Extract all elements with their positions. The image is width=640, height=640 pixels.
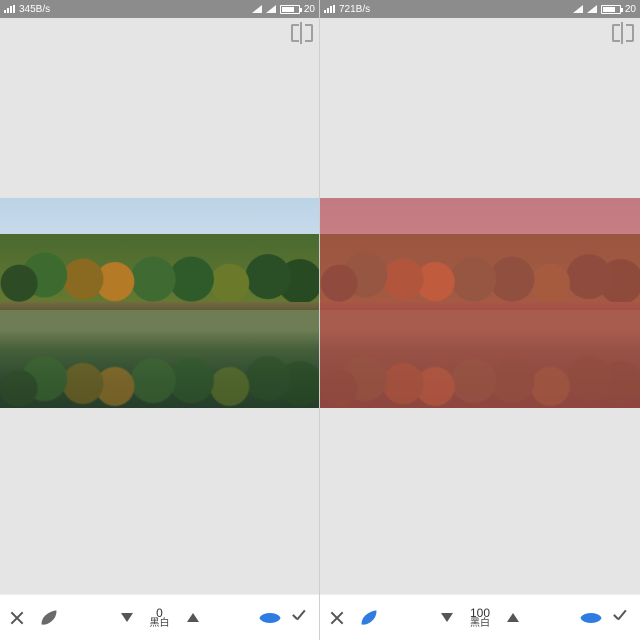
slider-value: 0: [156, 607, 163, 619]
value-increase-button[interactable]: [502, 607, 524, 629]
filter-leaf-button[interactable]: [358, 607, 380, 629]
compare-icon[interactable]: [291, 24, 313, 42]
slider-value: 100: [470, 607, 490, 619]
canvas[interactable]: [320, 198, 640, 408]
status-net-speed: 721B/s: [339, 4, 370, 15]
photo: [0, 198, 319, 408]
cell-icon: [252, 5, 262, 13]
top-bar: [320, 18, 640, 58]
cell-icon-2: [587, 5, 597, 13]
bottom-bar: 0 黑白: [0, 594, 319, 640]
compare-icon[interactable]: [612, 24, 634, 42]
cancel-button[interactable]: [6, 607, 28, 629]
mask-visibility-button[interactable]: [580, 607, 602, 629]
value-decrease-button[interactable]: [436, 607, 458, 629]
bottom-bar: 100 黑白: [320, 594, 640, 640]
photo: [320, 198, 640, 408]
battery-icon: [601, 5, 621, 14]
slider-label: 黑白: [470, 619, 490, 629]
arrow-down-icon: [441, 613, 453, 622]
filter-leaf-button[interactable]: [38, 607, 60, 629]
status-net-speed: 345B/s: [19, 4, 50, 15]
status-bar: 345B/s 20: [0, 0, 319, 18]
arrow-up-icon: [187, 613, 199, 622]
pane-left: 345B/s 20: [0, 0, 320, 640]
apply-button[interactable]: [612, 607, 634, 629]
status-bar: 721B/s 20: [320, 0, 640, 18]
canvas[interactable]: [0, 198, 319, 408]
cancel-button[interactable]: [326, 607, 348, 629]
slider-readout[interactable]: 100 黑白: [470, 607, 490, 629]
app-root: 345B/s 20: [0, 0, 640, 640]
battery-icon: [280, 5, 300, 14]
status-time: 20: [625, 4, 636, 15]
signal-icon: [4, 5, 15, 13]
slider-readout[interactable]: 0 黑白: [150, 607, 170, 629]
value-decrease-button[interactable]: [116, 607, 138, 629]
apply-button[interactable]: [291, 607, 313, 629]
mask-visibility-button[interactable]: [259, 607, 281, 629]
value-increase-button[interactable]: [182, 607, 204, 629]
arrow-up-icon: [507, 613, 519, 622]
cell-icon-2: [266, 5, 276, 13]
slider-label: 黑白: [150, 619, 170, 629]
signal-icon: [324, 5, 335, 13]
cell-icon: [573, 5, 583, 13]
status-time: 20: [304, 4, 315, 15]
arrow-down-icon: [121, 613, 133, 622]
top-bar: [0, 18, 319, 58]
pane-right: 721B/s 20: [320, 0, 640, 640]
